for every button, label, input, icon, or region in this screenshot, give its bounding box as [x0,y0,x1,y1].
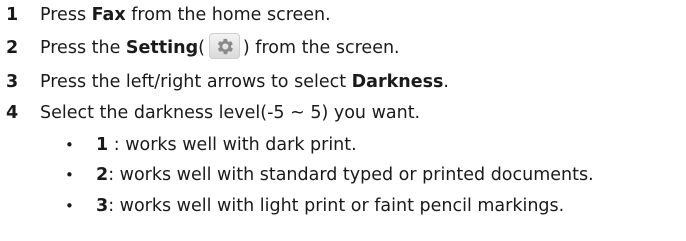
bullet-level: 1 [96,135,109,155]
step-text-pre: Press [40,5,92,25]
bullet-description: : works well with standard typed or prin… [108,165,594,185]
step-bold-term: Fax [91,5,126,25]
bullet-level: 3 [96,196,109,216]
step-number: 4 [6,103,19,123]
step-number: 3 [6,72,19,92]
step-number: 1 [6,5,19,25]
step-paren-open: ( [198,38,205,58]
bullet-symbol: • [65,197,74,215]
step-text: Press the left/right arrows to select Da… [40,67,449,97]
step-text-pre: Press the left/right arrows to select [40,72,352,92]
step-bold-term: Darkness [351,72,444,92]
instruction-document: 1 Press Fax from the home screen. 2 Pres… [0,0,686,241]
step-text: Select the darkness level(-5 ~ 5) you wa… [40,103,421,123]
bullet-text: 1 : works well with dark print. [96,131,357,159]
bullet-description: : works well with light print or faint p… [108,196,565,216]
gear-icon [217,38,233,55]
step-text: Press the Setting( ) from the screen. [40,33,400,63]
step-text-post: . [443,72,449,92]
bullet-level: 2 [96,165,109,185]
bullet-text: 2: works well with standard typed or pri… [96,161,594,189]
step-bold-term: Setting [125,38,199,58]
step-text-pre: Press the [40,38,126,58]
step-number: 2 [6,38,19,58]
step-text: Press Fax from the home screen. [40,0,331,30]
setting-button-image [208,33,240,59]
step-text-post: from the home screen. [125,5,331,25]
bullet-description: : works well with dark print. [108,135,357,155]
step-text-post: ) from the screen. [242,38,400,58]
bullet-text: 3: works well with light print or faint … [96,192,564,220]
bullet-symbol: • [65,136,74,154]
bullet-symbol: • [65,166,74,184]
